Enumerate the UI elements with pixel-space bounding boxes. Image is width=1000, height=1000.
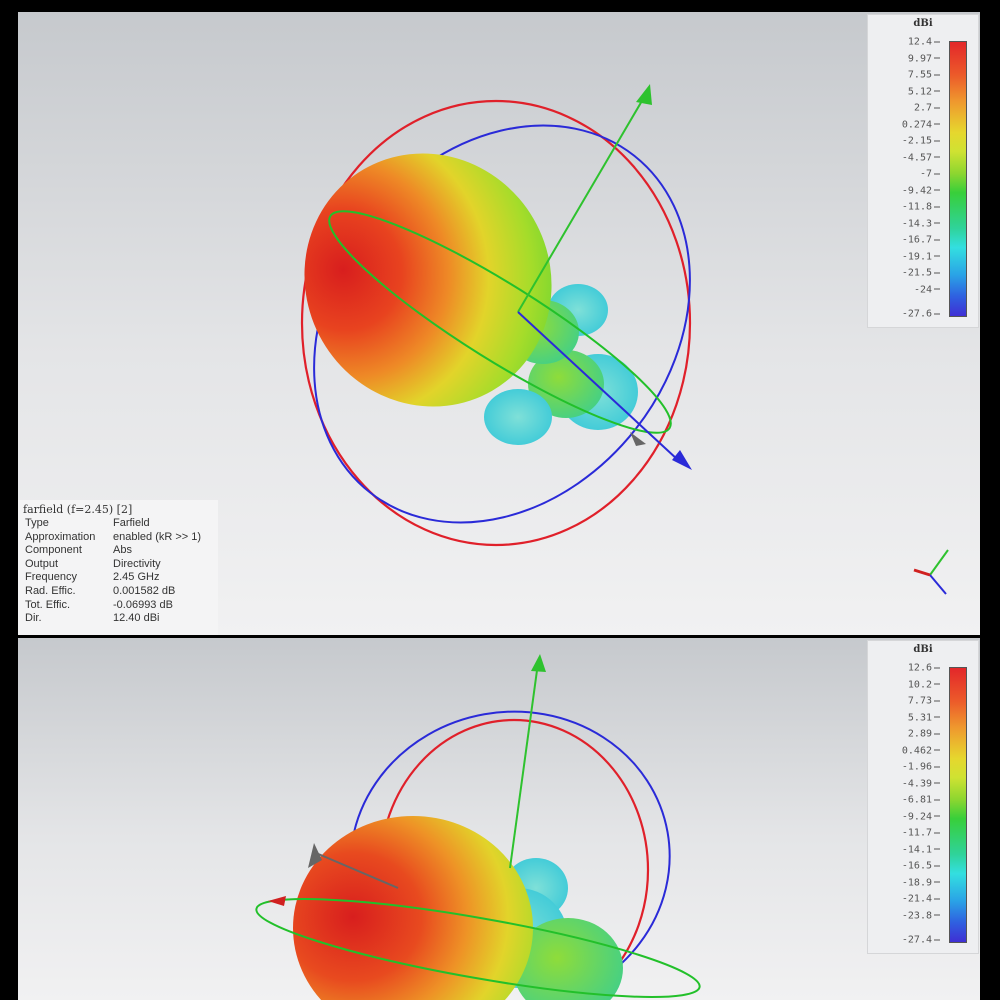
y-axis-arrow [636, 84, 652, 105]
colorbar-tick-label: 0.462 [902, 745, 940, 756]
farfield-info-box: farfield (f=2.45) [2] Type Farfield Approx… [18, 500, 218, 635]
colorbar-tick-label: -27.4 [902, 935, 940, 946]
info-value: Abs [113, 544, 132, 557]
info-key: Output [25, 557, 59, 570]
colorbar-unit: dBi [913, 644, 933, 655]
info-row: Rad. Effic. 0.001582 dB [18, 585, 218, 599]
colorbar-tick-label: -24 [914, 284, 940, 295]
info-key: Dir. [25, 612, 42, 625]
info-value: -0.06993 dB [113, 598, 173, 611]
info-key: Rad. Effic. [25, 584, 76, 597]
info-row: Output Directivity [18, 558, 218, 572]
colorbar-tick-label: -21.5 [902, 268, 940, 279]
colorbar-tick-label: 12.4 [908, 37, 940, 48]
colorbar-tick-label: -6.81 [902, 795, 940, 806]
colorbar-tick-label: -7 [920, 169, 940, 180]
farfield-3d-plot[interactable] [18, 638, 980, 1000]
colorbar-tick-label: -16.7 [902, 235, 940, 246]
info-key: Approximation [25, 530, 96, 543]
info-key: Tot. Effic. [25, 598, 71, 611]
colorbar-tick-label: -1.96 [902, 762, 940, 773]
colorbar: dBi 12.4 9.97 7.55 5.12 2.7 0.274 -2.15 -4.57 -7… [867, 14, 979, 328]
colorbar-tick-label: -9.24 [902, 811, 940, 822]
farfield-view-top[interactable]: dBi 12.4 9.97 7.55 5.12 2.7 0.274 -2.15 -4.57 -7… [18, 12, 980, 635]
x-axis-arrow [630, 432, 646, 446]
colorbar-tick-label: 7.73 [908, 696, 940, 707]
info-row: Frequency 2.45 GHz [18, 571, 218, 585]
colorbar-tick-label: -23.8 [902, 910, 940, 921]
colorbar-tick-label: -4.39 [902, 778, 940, 789]
z-axis-arrow [672, 450, 692, 470]
farfield-view-bottom[interactable]: dBi 12.6 10.2 7.73 5.31 2.89 0.462 -1.96 -4.39 -… [18, 638, 980, 1000]
colorbar-tick-label: -11.7 [902, 828, 940, 839]
info-row: Dir. 12.40 dBi [18, 612, 218, 626]
colorbar-tick-label: 10.2 [908, 679, 940, 690]
colorbar-tick-label: 12.6 [908, 663, 940, 674]
info-key: Component [25, 544, 82, 557]
info-value: 12.40 dBi [113, 612, 160, 625]
info-value: Farfield [113, 517, 150, 529]
info-row: Type Farfield [18, 517, 218, 531]
colorbar-tick-label: -16.5 [902, 861, 940, 872]
colorbar-tick-label: 2.89 [908, 729, 940, 740]
colorbar-unit: dBi [913, 18, 933, 29]
info-value: enabled (kR >> 1) [113, 530, 202, 543]
info-value: 0.001582 dB [113, 584, 176, 597]
side-lobe [484, 389, 552, 445]
colorbar-gradient [949, 667, 967, 943]
info-key: Type [25, 517, 49, 529]
colorbar-gradient [949, 41, 967, 317]
colorbar-tick-label: -14.1 [902, 844, 940, 855]
colorbar-tick-label: 9.97 [908, 53, 940, 64]
colorbar-tick-label: -14.3 [902, 218, 940, 229]
axis-triad-icon [913, 549, 949, 595]
colorbar-tick-label: 0.274 [902, 119, 940, 130]
info-row: Component Abs [18, 544, 218, 558]
colorbar-tick-label: -27.6 [902, 309, 940, 320]
colorbar: dBi 12.6 10.2 7.73 5.31 2.89 0.462 -1.96 -4.39 -… [867, 640, 979, 954]
info-value: 2.45 GHz [113, 571, 160, 584]
colorbar-tick-label: -19.1 [902, 251, 940, 262]
y-axis-arrow [531, 654, 546, 672]
colorbar-tick-label: -18.9 [902, 877, 940, 888]
info-value: Directivity [113, 557, 161, 570]
colorbar-tick-label: -4.57 [902, 152, 940, 163]
colorbar-tick-label: 5.31 [908, 712, 940, 723]
colorbar-tick-label: -11.8 [902, 202, 940, 213]
colorbar-tick-label: -2.15 [902, 136, 940, 147]
info-row: Tot. Effic. -0.06993 dB [18, 599, 218, 613]
info-row: Approximation enabled (kR >> 1) [18, 531, 218, 545]
colorbar-tick-label: -21.4 [902, 894, 940, 905]
colorbar-tick-label: 5.12 [908, 86, 940, 97]
colorbar-tick-label: -9.42 [902, 185, 940, 196]
info-key: Frequency [25, 571, 77, 584]
colorbar-tick-label: 7.55 [908, 70, 940, 81]
colorbar-tick-label: 2.7 [914, 103, 940, 114]
info-title: farfield (f=2.45) [2] [23, 503, 133, 516]
